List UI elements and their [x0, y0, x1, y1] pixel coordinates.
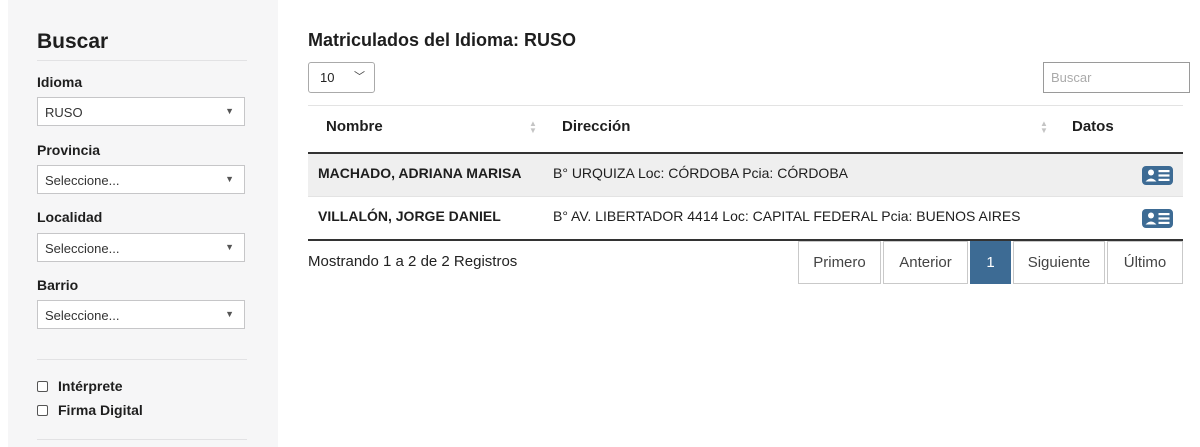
divider [37, 439, 247, 440]
column-header-nombre[interactable]: Nombre [326, 118, 383, 135]
firma-digital-checkbox[interactable]: Firma Digital [37, 402, 143, 418]
contact-card-icon[interactable] [1142, 209, 1173, 231]
sort-icon[interactable]: ▲ ▼ [529, 120, 537, 135]
localidad-label: Localidad [37, 209, 103, 225]
search-placeholder: Buscar [1051, 70, 1092, 85]
divider [37, 359, 247, 360]
table-row: VILLALÓN, JORGE DANIEL B° AV. LIBERTADOR… [308, 197, 1183, 241]
provincia-select[interactable]: Seleccione... ▼ [37, 165, 245, 194]
caret-down-icon: ▼ [225, 309, 234, 319]
barrio-select[interactable]: Seleccione... ▼ [37, 300, 245, 329]
registrants-table: Nombre ▲ ▼ Dirección ▲ ▼ Datos MACHADO, AD… [308, 105, 1183, 241]
interprete-label: Intérprete [58, 378, 123, 394]
pagination-first-button[interactable]: Primero [798, 241, 881, 284]
chevron-down-icon: ﹀ [354, 71, 365, 83]
table-info: Mostrando 1 a 2 de 2 Registros [308, 253, 518, 270]
pagination-last-button[interactable]: Último [1107, 241, 1183, 284]
firma-digital-label: Firma Digital [58, 402, 143, 418]
barrio-label: Barrio [37, 277, 79, 293]
provincia-value: Seleccione... [45, 173, 120, 188]
localidad-select[interactable]: Seleccione... ▼ [37, 233, 245, 262]
row-direccion: B° AV. LIBERTADOR 4414 Loc: CAPITAL FEDE… [553, 208, 1021, 224]
barrio-value: Seleccione... [45, 308, 120, 323]
sidebar-title: Buscar [37, 30, 109, 53]
pagination-current-page[interactable]: 1 [970, 241, 1011, 284]
row-nombre: VILLALÓN, JORGE DANIEL [318, 208, 501, 224]
page-length-select[interactable]: 10 ﹀ [308, 62, 375, 93]
interprete-checkbox[interactable]: Intérprete [37, 378, 123, 394]
row-direccion: B° URQUIZA Loc: CÓRDOBA Pcia: CÓRDOBA [553, 165, 848, 181]
column-header-datos: Datos [1072, 118, 1114, 135]
contact-card-icon[interactable] [1142, 166, 1173, 188]
checkbox-box[interactable] [37, 404, 48, 416]
checkbox-box[interactable] [37, 380, 48, 392]
page-title: Matriculados del Idioma: RUSO [308, 30, 577, 50]
caret-down-icon: ▼ [225, 106, 234, 116]
caret-down-icon: ▼ [225, 174, 234, 184]
column-header-direccion[interactable]: Dirección [562, 118, 630, 135]
search-sidebar: Buscar Idioma RUSO ▼ Provincia Seleccion… [8, 0, 278, 447]
sort-icon[interactable]: ▲ ▼ [1040, 120, 1048, 135]
table-row: MACHADO, ADRIANA MARISA B° URQUIZA Loc: … [308, 154, 1183, 197]
idioma-label: Idioma [37, 74, 83, 90]
idioma-select[interactable]: RUSO ▼ [37, 97, 245, 126]
localidad-value: Seleccione... [45, 241, 120, 256]
search-input[interactable]: Buscar [1043, 62, 1190, 93]
pagination-previous-button[interactable]: Anterior [883, 241, 968, 284]
row-nombre: MACHADO, ADRIANA MARISA [318, 165, 522, 181]
provincia-label: Provincia [37, 142, 101, 158]
page-length-value: 10 [320, 70, 335, 85]
table-header: Nombre ▲ ▼ Dirección ▲ ▼ Datos [308, 105, 1183, 154]
caret-down-icon: ▼ [225, 242, 234, 252]
divider [37, 60, 247, 61]
pagination-next-button[interactable]: Siguiente [1013, 241, 1105, 284]
idioma-value: RUSO [45, 105, 83, 120]
